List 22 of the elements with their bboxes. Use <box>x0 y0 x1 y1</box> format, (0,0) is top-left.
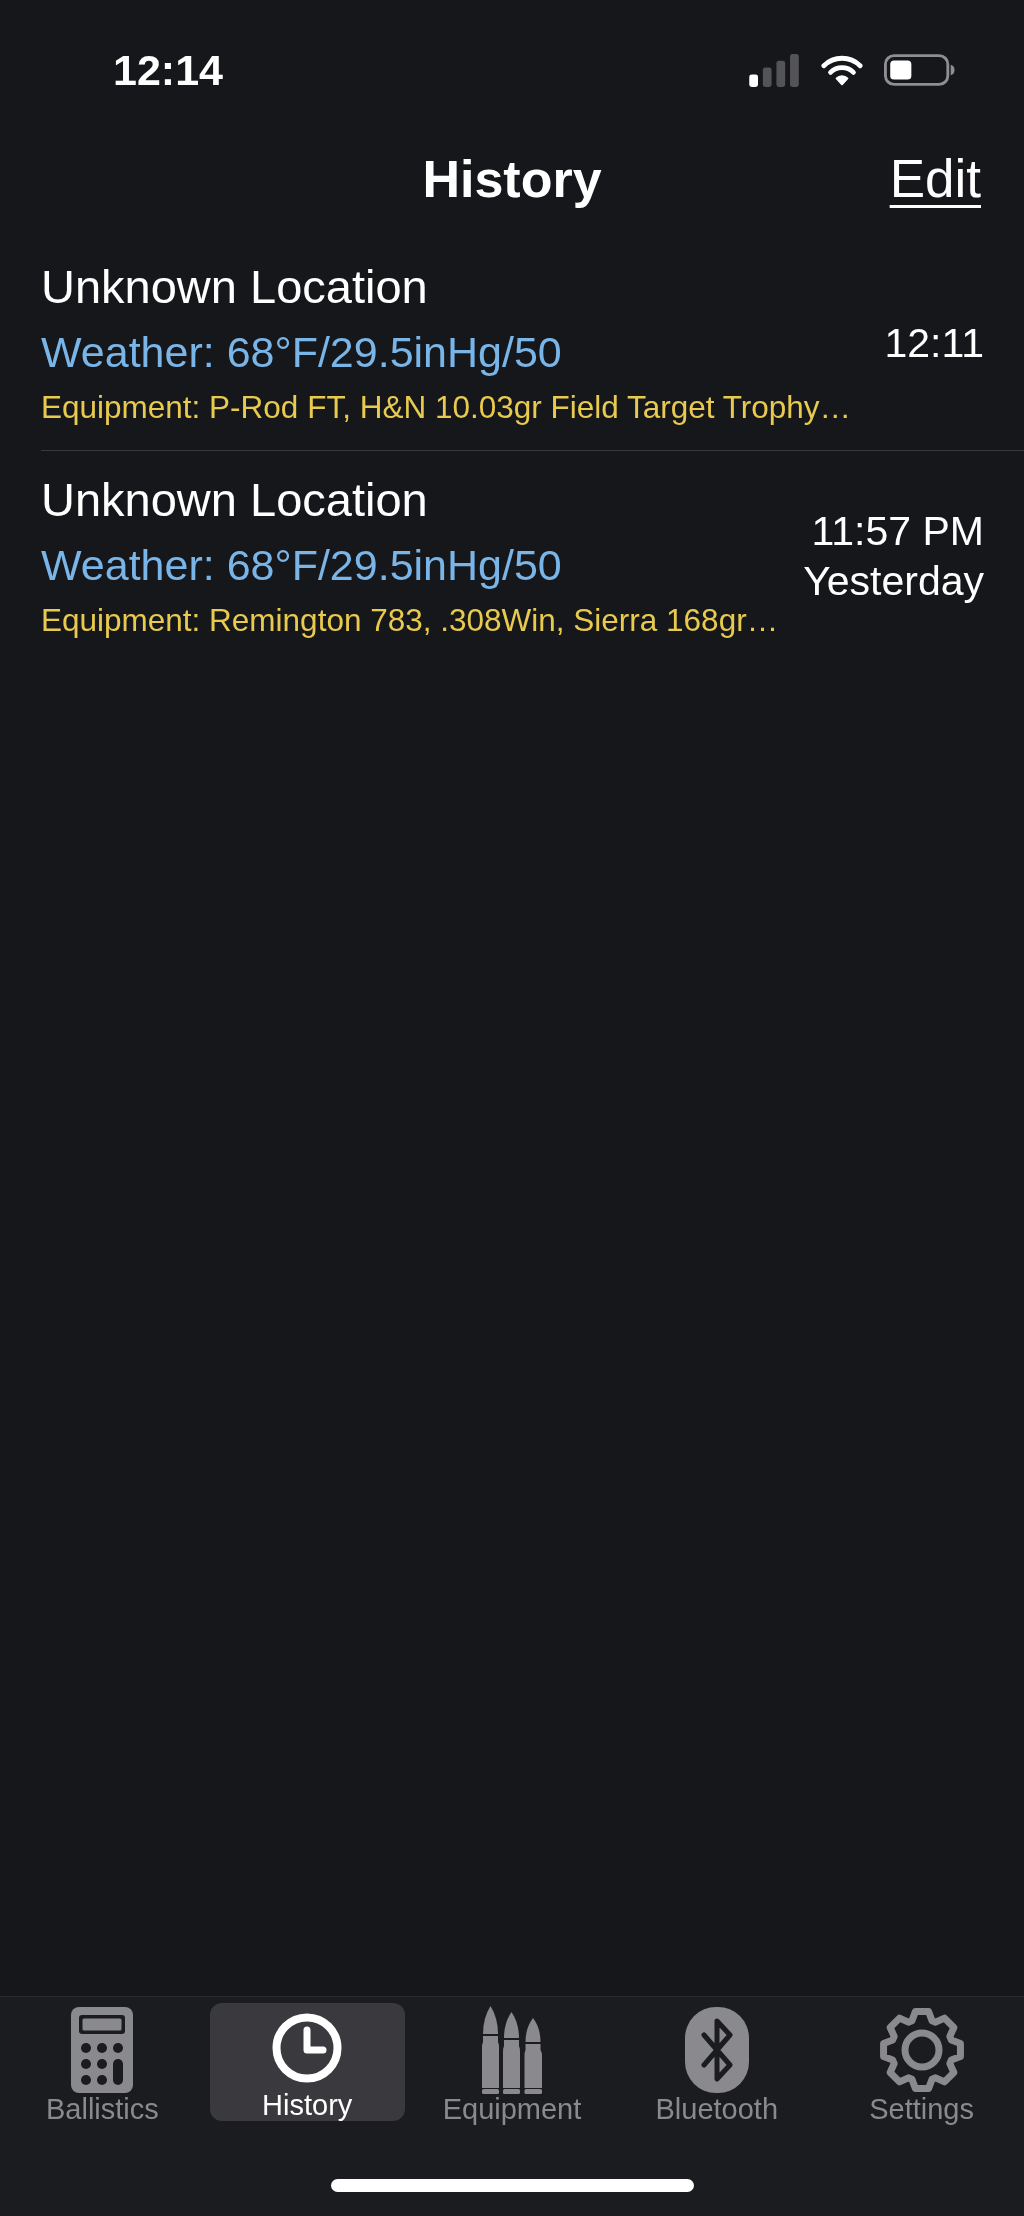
day-text: Yesterday <box>803 557 984 606</box>
location-title: Unknown Location <box>41 473 429 527</box>
cartridges-icon <box>482 2006 542 2094</box>
clock-icon <box>272 2013 343 2083</box>
screen-title: History <box>422 149 602 209</box>
wifi-icon <box>821 54 863 86</box>
gear-icon <box>877 2006 966 2094</box>
location-title: Unknown Location <box>41 260 429 314</box>
time-text: 12:11 <box>884 319 984 368</box>
time-text: 11:57 PM <box>811 507 984 556</box>
battery-icon <box>884 54 955 86</box>
cellular-signal-icon <box>749 53 800 87</box>
tab-item[interactable]: Bluetooth <box>619 2003 815 2121</box>
status-time: 12:14 <box>113 45 223 95</box>
equipment-text: Equipment: Remington 783, .308Win, Sierra 168gr… <box>41 601 779 639</box>
calculator-icon <box>71 2007 134 2093</box>
edit-button[interactable]: Edit <box>889 149 981 209</box>
tab-item[interactable]: History <box>209 2003 405 2121</box>
weather-text: Weather: 68°F/29.5inHg/50 <box>41 540 563 591</box>
equipment-text: Equipment: P-Rod FT, H&N 10.03gr Field Target Trophy… <box>41 388 852 426</box>
tab-item[interactable]: Ballistics <box>5 2003 200 2121</box>
weather-text: Weather: 68°F/29.5inHg/50 <box>41 327 563 378</box>
